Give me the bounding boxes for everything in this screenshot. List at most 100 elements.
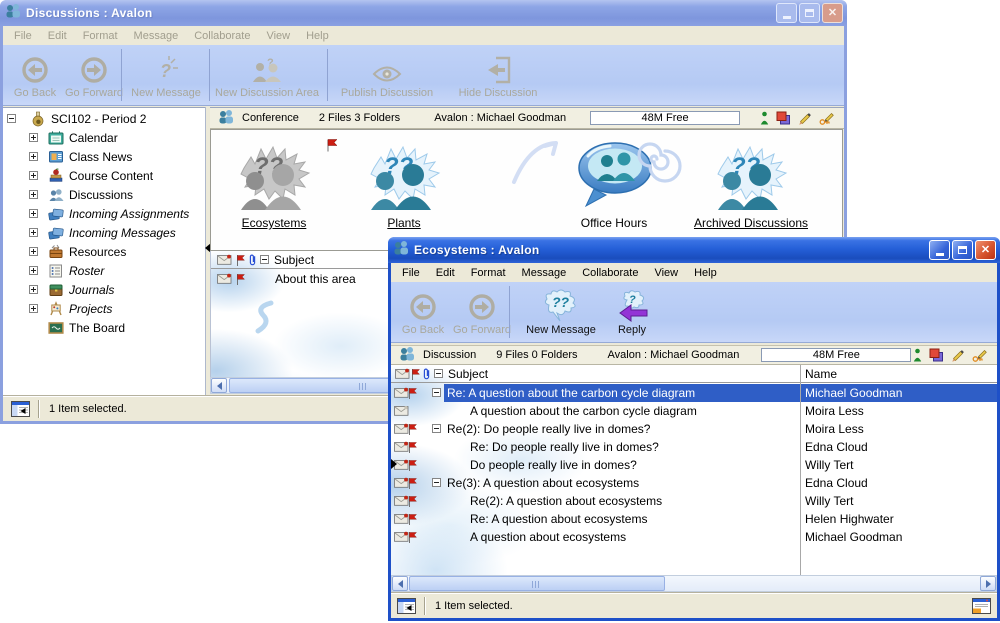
message-row-re-a-question-about-ecosystems[interactable]: Re: A question about ecosystemsHelen Hig… [391,510,997,528]
tree-item-discussions[interactable]: Discussions [3,186,205,204]
maximize-button[interactable] [952,240,973,260]
tree-item-class-news[interactable]: Class News [3,148,205,166]
ecosystems-titlebar[interactable]: Ecosystems : Avalon ✕ [388,237,1000,263]
conference-item-plants[interactable]: ??Plants [334,136,474,230]
message-list: Subject Name Re: A question about the ca… [391,365,997,575]
tree-item-sci102-period-2[interactable]: SCI102 - Period 2 [3,110,205,128]
flag-icon [407,441,418,457]
paperclip-icon[interactable] [422,367,431,384]
minimize-button[interactable] [929,240,950,260]
conference-item-archived-discussions[interactable]: ??Archived Discussions [681,136,821,230]
collapse-thread-icon[interactable] [432,388,441,397]
close-button[interactable]: ✕ [975,240,996,260]
close-button[interactable]: ✕ [822,3,843,23]
scroll-left-button[interactable] [211,378,227,393]
message-row-re-2-do-people-really-live-in-domes[interactable]: Re(2): Do people really live in domes?Mo… [391,420,997,438]
message-row-re-3-a-question-about-ecosystems[interactable]: Re(3): A question about ecosystemsEdna C… [391,474,997,492]
expand-icon[interactable] [29,209,38,218]
expand-icon[interactable] [29,285,38,294]
pencil-icon[interactable] [798,111,812,125]
maximize-button[interactable] [799,3,820,23]
column-divider[interactable] [800,365,801,575]
expand-icon[interactable] [29,266,38,275]
message-row-a-question-about-ecosystems[interactable]: A question about ecosystemsMichael Goodm… [391,528,997,546]
collapse-all-icon[interactable] [260,255,269,264]
expand-icon[interactable] [29,304,38,313]
minimize-button[interactable] [776,3,797,23]
person-green-icon[interactable] [760,111,769,125]
message-row-re-a-question-about-the-carbon-cycle-diagram[interactable]: Re: A question about the carbon cycle di… [391,384,997,402]
pencil-icon[interactable] [951,348,965,362]
subject-column-header[interactable]: Subject [274,253,314,267]
conference-item-ecosystems[interactable]: ??Ecosystems [210,136,344,230]
flag-icon[interactable] [235,254,246,270]
tree-item-roster[interactable]: Roster [3,262,205,280]
pencil-key-icon[interactable] [972,348,989,362]
toolbar-button-label: Go Back [397,324,449,336]
expand-pane-icon[interactable] [391,459,397,469]
menu-help[interactable]: Help [686,265,725,281]
discussions-titlebar[interactable]: Discussions : Avalon ✕ [0,0,847,26]
conference-icon [218,109,234,127]
tree-item-label: Calendar [69,131,118,145]
menu-file[interactable]: File [394,265,428,281]
message-row-a-question-about-the-carbon-cycle-diagram[interactable]: A question about the carbon cycle diagra… [391,402,997,420]
menu-collaborate[interactable]: Collaborate [574,265,646,281]
toolbar-button-reply[interactable]: ?Reply [609,287,655,336]
menu-message[interactable]: Message [514,265,575,281]
conference-items-area: ??Ecosystems??Plants Office Hours??Archiv… [210,129,843,251]
tree-item-incoming-assignments[interactable]: Incoming Assignments [3,205,205,223]
tree-item-the-board[interactable]: The Board [3,319,205,337]
tree-item-projects[interactable]: Projects [3,300,205,318]
scroll-thumb[interactable] [409,576,665,591]
collapse-icon[interactable] [7,114,16,123]
envelope-icon[interactable] [217,254,232,268]
scroll-right-button[interactable] [980,576,996,591]
pane-toggle-icon[interactable] [11,401,30,417]
tree-item-course-content[interactable]: Course Content [3,167,205,185]
collapse-all-icon[interactable] [434,369,443,378]
message-row-do-people-really-live-in-domes[interactable]: Do people really live in domes?Willy Ter… [391,456,997,474]
expand-icon[interactable] [29,228,38,237]
flag-icon [407,477,418,493]
expand-icon[interactable] [29,171,38,180]
menu-edit[interactable]: Edit [428,265,463,281]
message-row-re-do-people-really-live-in-domes[interactable]: Re: Do people really live in domes?Edna … [391,438,997,456]
tree-item-incoming-messages[interactable]: Incoming Messages [3,224,205,242]
toolbar-button-go-forward: Go Forward [451,287,513,336]
person-green-icon[interactable] [913,348,922,362]
envelope-icon[interactable] [395,368,410,382]
expand-icon[interactable] [29,247,38,256]
collapse-thread-icon[interactable] [432,424,441,433]
squares-icon[interactable] [776,111,791,125]
message-row-re-2-a-question-about-ecosystems[interactable]: Re(2): A question about ecosystemsWilly … [391,492,997,510]
scroll-left-button[interactable] [392,576,408,591]
toolbar-button-label: Hide Discussion [447,87,549,99]
view-mode-icon[interactable] [972,598,991,614]
menu-format[interactable]: Format [463,265,514,281]
conference-item-office-hours[interactable]: Office Hours [544,136,684,230]
toolbar-button-new-discussion-area: ?New Discussion Area [213,50,321,99]
pane-toggle-icon[interactable] [397,598,416,614]
expand-icon[interactable] [29,152,38,161]
toolbar-button-new-message[interactable]: ??New Message [517,287,605,336]
collapse-thread-icon[interactable] [432,478,441,487]
expand-icon[interactable] [29,133,38,142]
subject-column-header[interactable]: Subject [448,367,488,381]
tree-item-journals[interactable]: Journals [3,281,205,299]
decorative-swirl [251,299,277,340]
flag-icon[interactable] [410,368,421,384]
toolbar-button-label: Go Back [9,87,61,99]
paperclip-icon[interactable] [248,253,257,270]
menu-view[interactable]: View [646,265,686,281]
mail-icon [48,206,64,225]
expand-icon[interactable] [29,190,38,199]
message-horizontal-scrollbar[interactable] [391,575,997,592]
tree-item-resources[interactable]: Resources [3,243,205,261]
conference-infobar: Conference 2 Files 3 Folders Avalon : Mi… [210,107,844,129]
tree-item-calendar[interactable]: Calendar [3,129,205,147]
conference-item-label: Office Hours [544,216,684,230]
pencil-key-icon[interactable] [819,111,836,125]
name-column-header[interactable]: Name [805,367,837,381]
squares-icon[interactable] [929,348,944,362]
